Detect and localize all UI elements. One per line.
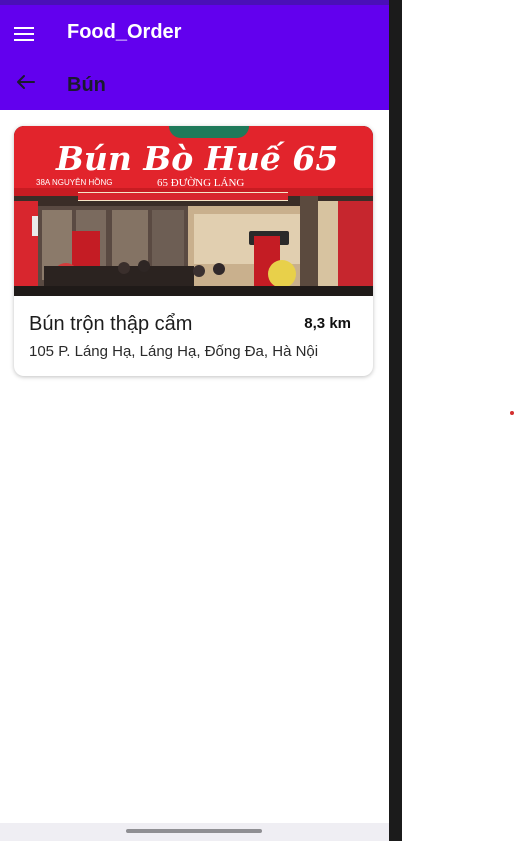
sign-title: Bún Bò Huế 65 xyxy=(55,139,338,178)
screen-divider xyxy=(389,0,402,841)
restaurant-card[interactable]: Bún Bò Huế 65 38A NGUYÊN HỒNG 65 ĐƯỜNG L… xyxy=(14,126,373,376)
empty-area xyxy=(402,0,517,841)
home-handle[interactable] xyxy=(126,829,262,833)
app-title: Food_Order xyxy=(67,21,182,43)
sign-side-text: 38A NGUYÊN HỒNG xyxy=(36,177,112,187)
gesture-nav-bar xyxy=(0,823,389,841)
app-bar: Food_Order Bún xyxy=(0,5,389,110)
arrow-left-icon[interactable] xyxy=(14,73,36,91)
restaurant-photo: Bún Bò Huế 65 38A NGUYÊN HỒNG 65 ĐƯỜNG L… xyxy=(14,126,373,296)
phone-screen: Food_Order Bún Bún Bò Huế 65 38A NGUYÊN … xyxy=(0,0,389,841)
red-dot xyxy=(510,411,514,415)
sign-subtitle: 65 ĐƯỜNG LÁNG xyxy=(157,177,244,189)
hamburger-menu-icon[interactable] xyxy=(14,23,36,41)
category-title: Bún xyxy=(67,74,106,96)
restaurant-distance: 8,3 km xyxy=(304,315,351,332)
restaurant-address: 105 P. Láng Hạ, Láng Hạ, Đống Đa, Hà Nội xyxy=(29,343,319,360)
restaurant-name: Bún trộn thập cẩm xyxy=(29,313,193,335)
